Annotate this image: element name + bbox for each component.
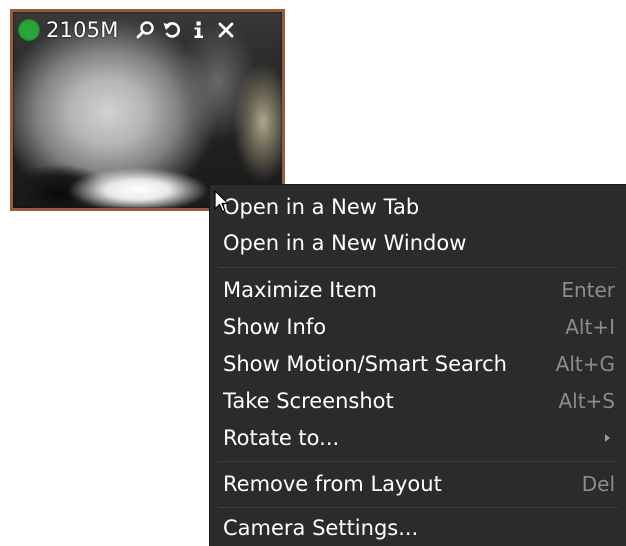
menu-item-label: Take Screenshot	[223, 389, 394, 413]
menu-item-label: Open in a New Tab	[223, 195, 420, 219]
menu-item-shortcut: Alt+S	[558, 389, 615, 413]
menu-item-label: Rotate to...	[223, 426, 340, 450]
status-indicator-icon	[18, 19, 40, 41]
menu-item-remove-from-layout[interactable]: Remove from Layout Del	[210, 466, 626, 502]
menu-item-shortcut: Enter	[561, 278, 615, 302]
menu-item-label: Remove from Layout	[223, 472, 442, 496]
info-icon[interactable]	[187, 18, 211, 42]
menu-item-motion-search[interactable]: Show Motion/Smart Search Alt+G	[210, 346, 626, 382]
chevron-right-icon	[605, 434, 610, 442]
menu-item-maximize[interactable]: Maximize Item Enter	[210, 272, 626, 308]
menu-item-rotate-to[interactable]: Rotate to...	[210, 420, 626, 456]
menu-separator	[218, 461, 618, 462]
menu-item-label: Open in a New Window	[223, 231, 467, 255]
mouse-cursor-icon	[214, 190, 229, 213]
menu-item-show-info[interactable]: Show Info Alt+I	[210, 309, 626, 345]
menu-item-label: Show Info	[223, 315, 327, 339]
menu-item-take-screenshot[interactable]: Take Screenshot Alt+S	[210, 383, 626, 419]
camera-tile-header: 2105M	[13, 12, 282, 48]
menu-item-open-new-window[interactable]: Open in a New Window	[210, 225, 626, 261]
camera-name: 2105M	[46, 18, 119, 42]
search-icon[interactable]	[133, 18, 157, 42]
menu-item-label: Camera Settings...	[223, 516, 419, 540]
rotate-icon[interactable]	[160, 18, 184, 42]
menu-separator	[218, 267, 618, 268]
menu-item-camera-settings[interactable]: Camera Settings...	[210, 510, 626, 546]
context-menu: Open in a New Tab Open in a New Window M…	[209, 184, 626, 546]
menu-item-open-new-tab[interactable]: Open in a New Tab	[210, 189, 626, 225]
menu-item-label: Show Motion/Smart Search	[223, 352, 507, 376]
menu-item-label: Maximize Item	[223, 278, 377, 302]
tile-header-buttons	[133, 18, 241, 42]
menu-item-shortcut: Alt+I	[565, 315, 615, 339]
close-icon[interactable]	[214, 18, 238, 42]
camera-tile[interactable]: 2105M	[10, 9, 285, 211]
menu-separator	[218, 507, 618, 508]
menu-item-shortcut: Del	[581, 472, 615, 496]
menu-item-shortcut: Alt+G	[555, 352, 615, 376]
